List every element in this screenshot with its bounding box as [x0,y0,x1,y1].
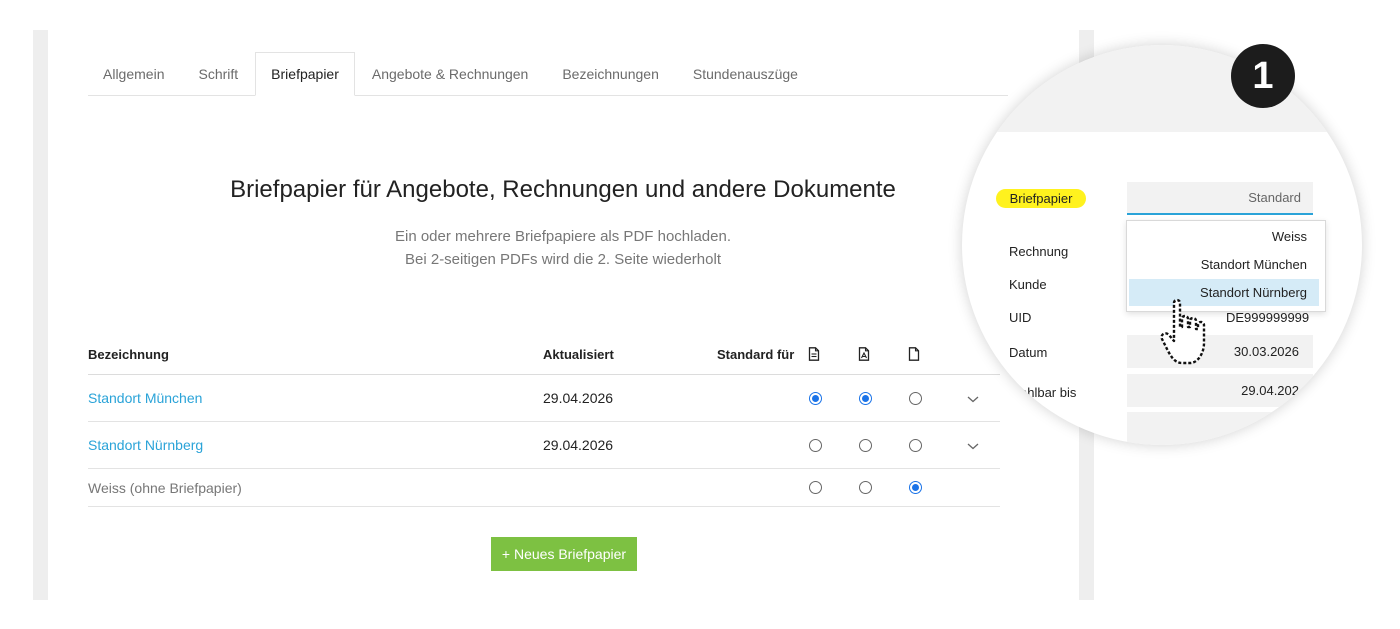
row-divider [88,421,1000,422]
page-subtitle-line2: Bei 2-seitigen PDFs wird die 2. Seite wi… [405,251,721,268]
due-date-field[interactable]: 29.04.202 [1127,374,1313,407]
row-divider [88,506,1000,507]
table-header-divider [88,374,1000,375]
zoom-callout: Briefpapier Standard Rechnung Kunde UID … [962,45,1362,445]
default-radio-lines[interactable] [809,392,822,405]
tab-bezeichnungen[interactable]: Bezeichnungen [545,53,676,96]
dropdown-option[interactable]: Standort München [1129,251,1319,278]
uid-value: DE999999999 [1226,310,1310,325]
row-updated-date: 29.04.2026 [543,390,614,406]
hand-pointer-icon [1160,298,1206,365]
new-letterhead-button[interactable]: + Neues Briefpapier [491,537,637,571]
default-radio-blank[interactable] [909,439,922,452]
default-radio-pdf[interactable] [859,439,872,452]
page-title: Briefpapier für Angebote, Rechnungen und… [230,176,896,203]
row-name: Weiss (ohne Briefpapier) [88,480,242,496]
default-radio-blank[interactable] [909,481,922,494]
highlighted-label: Briefpapier [996,189,1086,208]
tab-briefpapier[interactable]: Briefpapier [255,52,355,96]
tab-stundenauszuege[interactable]: Stundenauszüge [676,53,815,96]
letterhead-dropdown: Weiss Standort München Standort Nürnberg [1126,220,1326,312]
default-radio-blank[interactable] [909,392,922,405]
default-radio-pdf[interactable] [859,481,872,494]
partial-field[interactable]: D [1127,412,1313,445]
settings-tabs: Allgemein Schrift Briefpapier Angebote &… [88,52,1008,96]
letterhead-select[interactable]: Standard [1127,182,1313,215]
row-name-link[interactable]: Standort München [88,390,202,406]
column-header-updated: Aktualisiert [543,347,614,362]
dropdown-option[interactable]: Weiss [1129,223,1319,250]
field-label: Datum [1009,345,1048,360]
row-name-link[interactable]: Standort Nürnberg [88,437,203,453]
document-lines-icon [808,347,820,361]
column-header-default-for: Standard für [717,347,795,362]
default-radio-lines[interactable] [809,439,822,452]
field-label: Kunde [1009,277,1047,292]
default-radio-lines[interactable] [809,481,822,494]
page-subtitle-line1: Ein oder mehrere Briefpapiere als PDF ho… [394,228,731,245]
document-pdf-icon [858,347,870,361]
default-radio-pdf[interactable] [859,392,872,405]
row-updated-date: 29.04.2026 [543,437,614,453]
tab-allgemein[interactable]: Allgemein [88,53,181,96]
document-blank-icon [908,347,920,361]
row-divider [88,468,1000,469]
step-number-badge: 1 [1231,44,1295,108]
tab-angebote-rechnungen[interactable]: Angebote & Rechnungen [355,53,545,96]
zoom-header-band [962,45,1362,132]
page-frame-left [33,30,48,600]
column-header-name: Bezeichnung [88,347,169,362]
tab-schrift[interactable]: Schrift [181,53,255,96]
field-label: ahlbar bis [1020,385,1077,400]
field-label: Rechnung [1009,244,1069,259]
field-label: UID [1009,310,1032,325]
